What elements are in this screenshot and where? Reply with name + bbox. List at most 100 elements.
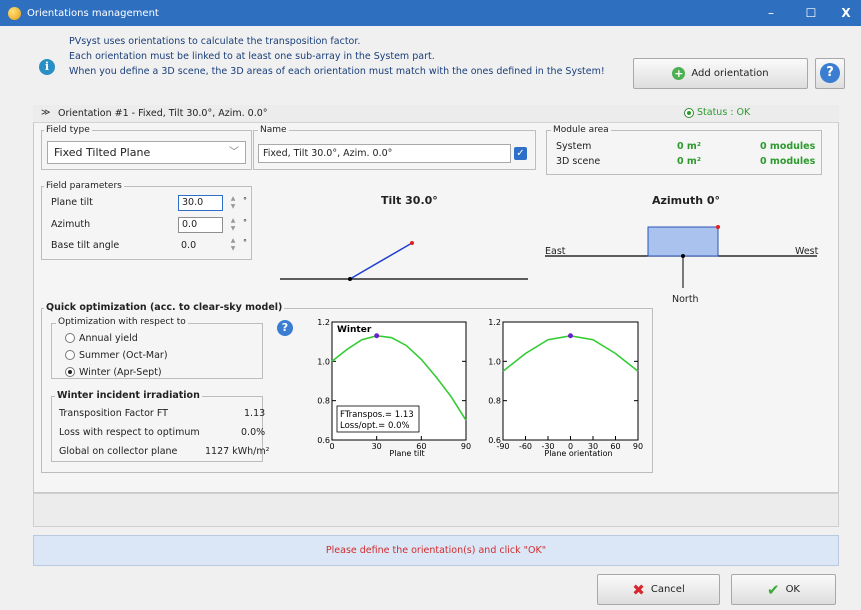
global-label: Global on collector plane bbox=[59, 446, 178, 457]
add-orientation-button[interactable]: + Add orientation bbox=[633, 58, 808, 89]
annotation-text: Loss/opt.= 0.0% bbox=[340, 421, 410, 431]
help-icon: ? bbox=[820, 63, 840, 83]
y-tick-label: 0.6 bbox=[317, 436, 330, 445]
degree-unit: ° bbox=[243, 238, 247, 247]
cancel-button[interactable]: ✖ Cancel bbox=[597, 574, 720, 605]
collapse-chevron-icon[interactable]: ≫ bbox=[41, 108, 50, 118]
option-annual-yield: Annual yield bbox=[79, 333, 138, 344]
radio-annual-yield[interactable] bbox=[65, 333, 75, 343]
name-label: Name bbox=[258, 125, 289, 136]
orientation-optimization-chart: 0.60.81.01.2-90 -60 -30 0 30 60 90Plane orient… bbox=[488, 318, 643, 458]
help-button[interactable]: ? bbox=[815, 58, 845, 89]
module-area-row-label: 3D scene bbox=[556, 156, 601, 167]
corner-point bbox=[716, 225, 720, 229]
x-tick-label: 30 bbox=[372, 442, 382, 451]
y-tick-label: 1.2 bbox=[488, 318, 501, 327]
x-tick-label: -60 bbox=[519, 442, 532, 451]
module-area-3d-area: 0 m² bbox=[677, 156, 701, 167]
ok-button[interactable]: ✔ OK bbox=[731, 574, 836, 605]
footer-message: Please define the orientation(s) and cli… bbox=[33, 535, 839, 566]
loss-label: Loss with respect to optimum bbox=[59, 427, 200, 438]
optimum-marker bbox=[568, 333, 573, 339]
info-line: When you define a 3D scene, the 3D areas… bbox=[69, 66, 605, 77]
ft-label: Transposition Factor FT bbox=[59, 408, 168, 419]
quick-optimization-title: Quick optimization (acc. to clear-sky mo… bbox=[44, 302, 285, 313]
maximize-button[interactable]: ☐ bbox=[791, 0, 831, 26]
status-label: Status : OK bbox=[697, 107, 751, 118]
window-title: Orientations management bbox=[27, 7, 159, 19]
irradiation-title: Winter incident irradiation bbox=[55, 390, 202, 401]
base-tilt-spinner[interactable]: ▲ ▼ bbox=[228, 237, 238, 253]
radio-summer[interactable] bbox=[65, 350, 75, 360]
plane-top-point bbox=[410, 241, 414, 245]
y-tick-label: 1.0 bbox=[317, 357, 330, 366]
chevron-down-icon: ﹀ bbox=[229, 147, 239, 158]
x-tick-label: 90 bbox=[461, 442, 471, 451]
plane-top-view bbox=[647, 226, 719, 257]
base-tilt-value: 0.0 bbox=[181, 240, 197, 251]
annotation-text: FTranspos.= 1.13 bbox=[340, 410, 414, 420]
field-parameters-label: Field parameters bbox=[44, 181, 124, 192]
app-icon bbox=[8, 6, 21, 20]
center-point bbox=[681, 254, 685, 258]
cancel-label: Cancel bbox=[650, 584, 685, 595]
y-tick-label: 1.2 bbox=[317, 318, 330, 327]
y-tick-label: 1.0 bbox=[488, 357, 501, 366]
module-area-group bbox=[546, 130, 822, 175]
add-orientation-label: Add orientation bbox=[691, 68, 769, 79]
azimuth-input[interactable]: 0.0 bbox=[178, 217, 223, 233]
plane-tilt-label: Plane tilt bbox=[51, 197, 93, 208]
ok-check-icon: ✔ bbox=[766, 580, 780, 599]
field-type-select[interactable]: Fixed Tilted Plane ﹀ bbox=[47, 141, 246, 164]
optimization-criterion-label: Optimization with respect to bbox=[56, 317, 188, 328]
loss-value: 0.0% bbox=[241, 427, 266, 438]
tilted-plane-line bbox=[349, 242, 413, 280]
ft-value: 1.13 bbox=[244, 408, 266, 419]
module-area-system-area: 0 m² bbox=[677, 141, 701, 152]
x-axis-label: Plane orientation bbox=[544, 449, 612, 458]
tilt-diagram bbox=[280, 241, 528, 281]
x-axis-label: Plane tilt bbox=[389, 449, 424, 458]
optimum-marker bbox=[374, 333, 380, 339]
chart-title: Winter bbox=[337, 325, 372, 335]
azimuth-label: Azimuth bbox=[51, 219, 91, 230]
module-area-system-modules: 0 modules bbox=[760, 141, 816, 152]
degree-unit: ° bbox=[243, 196, 247, 205]
plane-tilt-spinner[interactable]: ▲ ▼ bbox=[228, 195, 238, 211]
x-tick-label: -90 bbox=[496, 442, 509, 451]
x-tick-label: 0 bbox=[329, 442, 334, 451]
cancel-x-icon: ✖ bbox=[632, 580, 645, 599]
minimize-button[interactable]: – bbox=[751, 0, 791, 26]
bottom-strip bbox=[33, 493, 839, 527]
field-type-label: Field type bbox=[44, 125, 92, 136]
close-button[interactable]: X bbox=[831, 0, 861, 26]
quick-opt-help-icon[interactable]: ? bbox=[277, 320, 293, 336]
field-type-value: Fixed Tilted Plane bbox=[54, 146, 151, 159]
x-tick-label: 90 bbox=[633, 442, 643, 451]
window-controls: – ☐ X bbox=[751, 0, 861, 26]
tilt-diagram-title: Tilt 30.0° bbox=[381, 194, 438, 207]
pivot-point bbox=[348, 277, 352, 281]
radio-winter[interactable] bbox=[65, 367, 75, 377]
tilt-optimization-chart: 0.60.81.01.20 30 60 90Plane tiltWinterFTran… bbox=[317, 318, 471, 458]
degree-unit: ° bbox=[243, 218, 247, 227]
name-auto-checkbox[interactable]: ✓ bbox=[514, 147, 527, 160]
option-winter: Winter (Apr-Sept) bbox=[79, 367, 162, 378]
title-bar: Orientations management – ☐ X bbox=[0, 0, 861, 26]
plot-area bbox=[502, 321, 639, 441]
orientation-name-input[interactable]: Fixed, Tilt 30.0°, Azim. 0.0° bbox=[258, 144, 511, 163]
info-line: PVsyst uses orientations to calculate th… bbox=[69, 36, 361, 47]
base-tilt-label: Base tilt angle bbox=[51, 240, 120, 251]
info-icon: i bbox=[39, 59, 55, 75]
y-tick-label: 0.8 bbox=[317, 397, 330, 406]
orientation-title: Orientation #1 - Fixed, Tilt 30.0°, Azim… bbox=[58, 108, 268, 119]
status-ok-icon bbox=[684, 108, 694, 118]
y-tick-label: 0.8 bbox=[488, 397, 501, 406]
global-value: 1127 kWh/m² bbox=[205, 446, 270, 457]
module-area-label: Module area bbox=[551, 125, 611, 136]
azimuth-spinner[interactable]: ▲ ▼ bbox=[228, 217, 238, 233]
info-line: Each orientation must be linked to at le… bbox=[69, 51, 435, 62]
plus-icon: + bbox=[672, 67, 686, 80]
info-text: PVsyst uses orientations to calculate th… bbox=[69, 34, 605, 79]
plane-tilt-input[interactable]: 30.0 bbox=[178, 195, 223, 211]
